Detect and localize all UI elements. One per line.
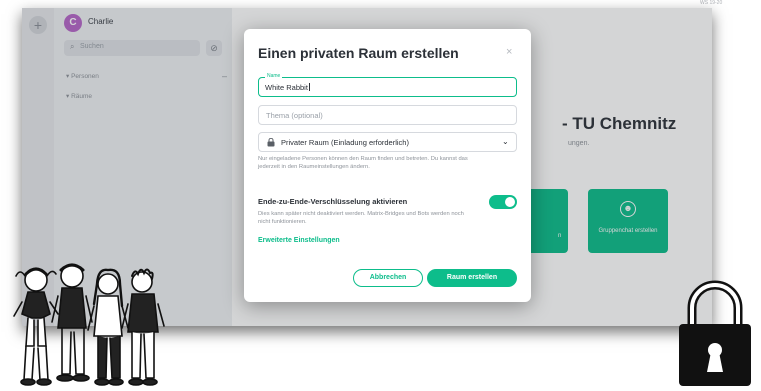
slide: WS 19-20 + C Charlie ⌄ ⌕ Suchen ⊘ ▾ Pers…	[0, 0, 761, 391]
toggle-knob	[505, 197, 515, 207]
room-name-text: White Rabbit	[265, 83, 308, 92]
advanced-settings-link[interactable]: Erweiterte Einstellungen	[258, 237, 340, 244]
text-caret	[308, 83, 310, 91]
cancel-button[interactable]: Abbrechen	[353, 269, 423, 287]
lock-icon	[267, 138, 275, 147]
e2e-toggle[interactable]	[489, 195, 517, 209]
topic-placeholder: Thema (optional)	[266, 111, 323, 120]
room-name-field[interactable]: Name White Rabbit	[258, 73, 517, 97]
visibility-select[interactable]: Privater Raum (Einladung erforderlich) ⌄	[258, 132, 517, 152]
room-name-label: Name	[265, 73, 283, 79]
people-illustration	[13, 263, 165, 386]
dialog-title: Einen privaten Raum erstellen	[258, 45, 459, 61]
visibility-help: Nur eingeladene Personen können den Raum…	[258, 156, 468, 170]
room-name-value: White Rabbit	[265, 83, 310, 92]
e2e-description: Dies kann später nicht deaktiviert werde…	[258, 211, 464, 225]
close-icon[interactable]: ×	[506, 46, 512, 58]
visibility-value: Privater Raum (Einladung erforderlich)	[281, 138, 409, 147]
e2e-title: Ende-zu-Ende-Verschlüsselung aktivieren	[258, 197, 408, 206]
padlock-icon	[679, 280, 751, 386]
chevron-down-icon: ⌄	[502, 137, 509, 146]
topic-field[interactable]: Thema (optional)	[258, 105, 517, 125]
create-room-dialog: Einen privaten Raum erstellen × Name Whi…	[244, 29, 531, 302]
corner-label: WS 19-20	[700, 0, 723, 6]
create-room-button[interactable]: Raum erstellen	[427, 269, 517, 287]
